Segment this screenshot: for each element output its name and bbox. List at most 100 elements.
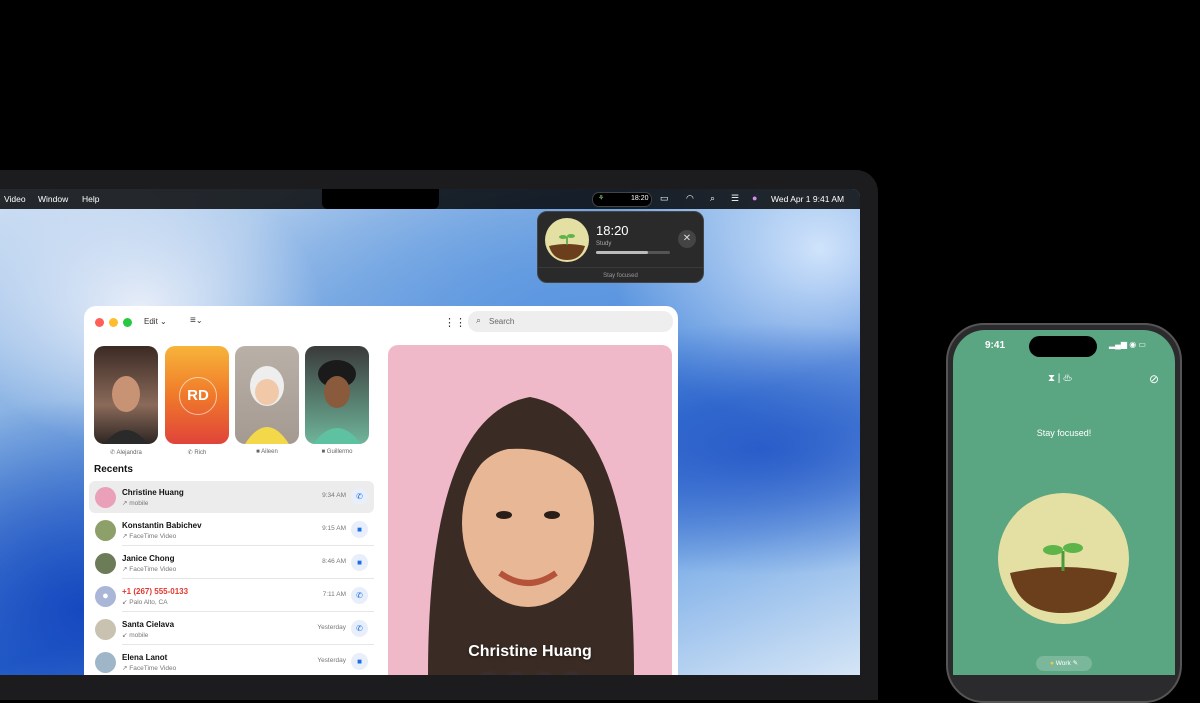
facetime-video-preview[interactable]: Christine Huang ✉ ✆ ■ ✉ [388, 345, 672, 675]
widget-footer: Stay focused [538, 267, 703, 285]
phone-icon[interactable]: ✆ [351, 620, 368, 637]
recent-time: 9:34 AM [322, 492, 346, 499]
favorite-tile-aileen[interactable] [235, 346, 299, 444]
focus-timer-widget[interactable]: 18:20 Study ✕ Stay focused [537, 211, 704, 283]
avatar [95, 553, 116, 574]
close-window-button[interactable] [95, 318, 104, 327]
favorite-name-guillermo: ■ Guillermo [305, 449, 369, 455]
favorite-name-rich: ✆ Rich [165, 449, 229, 456]
avatar [95, 487, 116, 508]
filter-button[interactable]: ≡⌄ [190, 315, 203, 326]
search-icon: ⌕ [476, 315, 482, 325]
recent-name: Christine Huang [122, 488, 184, 497]
plant-icon: ⚘ [598, 195, 605, 202]
recent-name: Santa Cielava [122, 620, 175, 629]
chevron-down-icon: ⌄ [160, 317, 167, 326]
favorite-label: Aileen [261, 449, 278, 455]
favorite-name-alejandra: ✆ Alejandra [94, 449, 158, 456]
recent-subtitle: ↗ FaceTime Video [122, 533, 177, 540]
avatar [95, 520, 116, 541]
phone-icon: ✆ [187, 450, 193, 456]
favorite-tile-rich[interactable]: RD [165, 346, 229, 444]
recents-heading: Recents [94, 464, 133, 475]
recent-row-elena-lanot[interactable]: Elena Lanot ↗ FaceTime Video Yesterday ■ [89, 646, 374, 675]
recent-subtitle: ↙ Palo Alto, CA [122, 599, 168, 606]
menubar-datetime[interactable]: Wed Apr 1 9:41 AM [771, 194, 844, 204]
control-center-icon[interactable]: ☰ [731, 193, 739, 204]
iphone-screen: 9:41 ▂▄▆ ◉ ▭ ⧗ | ♨ ⊘ Stay focused! ● Wor… [953, 330, 1175, 675]
phone-icon: ✆ [110, 450, 116, 456]
search-field[interactable]: ⌕ Search [468, 311, 673, 332]
search-placeholder: Search [489, 317, 515, 326]
phone-icon[interactable]: ✆ [351, 488, 368, 505]
menu-help[interactable]: Help [82, 194, 99, 204]
edit-label: Edit [144, 317, 158, 326]
minimize-window-button[interactable] [109, 318, 118, 327]
timer-value: 18:20 [596, 223, 629, 238]
timer-progress-bar [596, 251, 670, 254]
row-divider [122, 611, 374, 612]
timer-label: Study [596, 241, 612, 247]
tag-button[interactable]: ● Work ✎ [1036, 656, 1092, 671]
chevron-down-icon: ⌄ [195, 316, 203, 325]
edit-menu-button[interactable]: Edit ⌄ [144, 317, 167, 326]
recent-subtitle: ↗ FaceTime Video [122, 566, 177, 573]
favorite-label: Rich [194, 450, 207, 456]
recent-row-unknown-number[interactable]: ● +1 (267) 555-0133 ↙ Palo Alto, CA 7:11… [89, 580, 374, 612]
favorite-tile-alejandra[interactable] [94, 346, 158, 444]
caller-name: Christine Huang [468, 643, 592, 660]
row-divider [122, 644, 374, 645]
favorite-tile-guillermo[interactable] [305, 346, 369, 444]
mode-tabs[interactable]: ⧗ | ♨ [1048, 373, 1072, 384]
search-icon[interactable]: ⌕ [710, 193, 715, 204]
recent-subtitle: ↗ mobile [122, 500, 149, 507]
recent-time: 9:15 AM [322, 525, 346, 532]
avatar [95, 619, 116, 640]
row-divider [122, 578, 374, 579]
focus-menubar-pill[interactable]: ⚘ 18:20 [592, 192, 652, 207]
tag-dot-icon: ● [1049, 660, 1054, 667]
tag-label: Work [1055, 660, 1071, 667]
headphones-off-icon[interactable]: ⊘ [1149, 372, 1159, 386]
favorite-label: Guillermo [326, 449, 353, 455]
recent-time: 8:46 AM [322, 558, 346, 565]
menu-window[interactable]: Window [38, 194, 68, 204]
video-icon[interactable]: ■ [351, 653, 368, 670]
favorite-label: Alejandra [116, 450, 142, 456]
recent-time: Yesterday [317, 657, 346, 664]
recent-row-janice-chong[interactable]: Janice Chong ↗ FaceTime Video 8:46 AM ■ [89, 547, 374, 579]
wifi-icon[interactable]: ◠ [686, 193, 694, 204]
status-icons: ▂▄▆ ◉ ▭ [1109, 340, 1146, 349]
recent-subtitle: ↙ mobile [122, 632, 149, 639]
recent-name: +1 (267) 555-0133 [122, 587, 189, 596]
recent-row-santa-cielava[interactable]: Santa Cielava ↙ mobile Yesterday ✆ [89, 613, 374, 645]
plant-illustration [545, 218, 589, 262]
avatar [95, 652, 116, 673]
menu-video[interactable]: Video [4, 194, 26, 204]
timer-progress-fill [596, 251, 648, 254]
camera-notch [322, 189, 439, 209]
zoom-window-button[interactable] [123, 318, 132, 327]
recent-name: Elena Lanot [122, 653, 168, 662]
video-icon: ■ [321, 449, 326, 455]
focus-message: Stay focused! [1036, 428, 1092, 438]
video-icon[interactable]: ■ [351, 521, 368, 538]
status-time: 9:41 [985, 340, 1006, 351]
recent-name: Konstantin Babichev [122, 521, 202, 530]
recent-name: Janice Chong [122, 554, 175, 563]
battery-icon[interactable]: ▭ [660, 193, 669, 204]
person-icon: ● [95, 586, 116, 607]
focus-pill-time: 18:20 [631, 195, 649, 202]
video-icon[interactable]: ■ [351, 554, 368, 571]
plant-illustration[interactable] [998, 493, 1129, 624]
phone-icon[interactable]: ✆ [351, 587, 368, 604]
siri-icon[interactable]: ● [752, 193, 757, 203]
close-icon[interactable]: ✕ [678, 230, 696, 248]
recent-time: Yesterday [317, 624, 346, 631]
recent-row-konstantin-babichev[interactable]: Konstantin Babichev ↗ FaceTime Video 9:1… [89, 514, 374, 546]
pencil-icon: ✎ [1072, 660, 1079, 667]
recent-row-christine-huang[interactable]: Christine Huang ↗ mobile 9:34 AM ✆ [89, 481, 374, 513]
recent-subtitle: ↗ FaceTime Video [122, 665, 177, 672]
menu-bar: Video Window Help ⚘ 18:20 ▭ ◠ ⌕ ☰ ● Wed … [0, 189, 860, 209]
recent-time: 7:11 AM [322, 591, 346, 598]
